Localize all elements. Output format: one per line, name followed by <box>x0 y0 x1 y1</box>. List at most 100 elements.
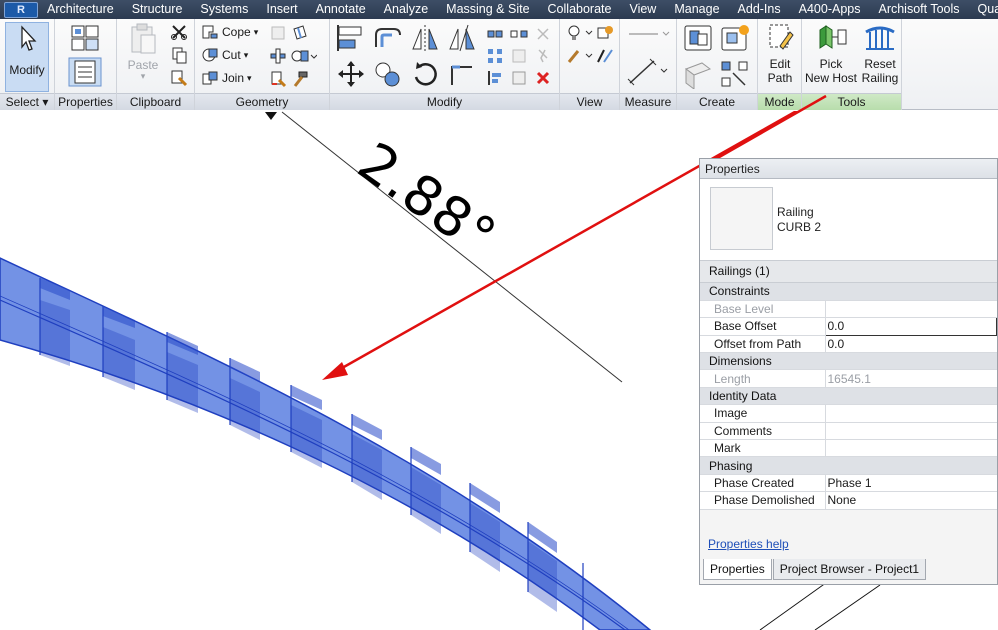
ribbon-tab-architecture[interactable]: Architecture <box>38 0 123 19</box>
wall-joins-icon[interactable] <box>269 47 287 65</box>
override-graphics-icon[interactable] <box>596 47 614 65</box>
mirror-pick-axis-icon[interactable] <box>409 23 441 53</box>
match-properties-icon[interactable] <box>170 69 188 87</box>
ribbon-tab-insert[interactable]: Insert <box>257 0 306 19</box>
hide-element-icon[interactable] <box>596 24 614 42</box>
property-group-header[interactable]: Identity Data <box>700 387 997 406</box>
pick-new-host-label-2: New Host <box>804 71 857 85</box>
reset-railing-label-2: Railing <box>861 71 899 85</box>
tab-project-browser[interactable]: Project Browser - Project1 <box>772 559 927 580</box>
create-panel: Create <box>677 19 758 110</box>
join-button[interactable]: Join ▾ <box>201 70 252 86</box>
family-name: Railing <box>777 205 814 219</box>
property-value-field[interactable]: Phase 1 <box>825 474 997 493</box>
clipboard-panel-title: Clipboard <box>117 93 194 110</box>
properties-panel-title: Properties <box>55 93 116 110</box>
ribbon-tab-manage[interactable]: Manage <box>665 0 728 19</box>
ribbon-tab-quantifica[interactable]: Quantifica <box>969 0 998 19</box>
cut-geometry-button[interactable]: Cut ▾ <box>201 47 248 63</box>
split-element-icon[interactable] <box>486 25 504 43</box>
copy-element-icon[interactable] <box>372 59 404 89</box>
ribbon-tab-analyze[interactable]: Analyze <box>375 0 437 19</box>
trim-extend-corner-icon[interactable] <box>446 59 478 89</box>
pin-icon[interactable] <box>534 47 552 65</box>
hammer-icon[interactable] <box>291 70 309 88</box>
delete-icon[interactable] <box>534 69 552 87</box>
create-panel-title: Create <box>677 93 757 110</box>
ribbon-tab-archisoft-tools[interactable]: Archisoft Tools <box>869 0 968 19</box>
property-value-field[interactable] <box>825 439 997 458</box>
paint-icon[interactable] <box>269 70 287 88</box>
ribbon-tab-annotate[interactable]: Annotate <box>307 0 375 19</box>
property-value-field[interactable]: 0.0 <box>824 317 997 336</box>
modify-label: Modify <box>9 63 45 77</box>
create-parts-icon[interactable] <box>719 23 751 53</box>
ribbon-tab-collaborate[interactable]: Collaborate <box>539 0 621 19</box>
ribbon-tab-massing-site[interactable]: Massing & Site <box>437 0 538 19</box>
property-row: Base Level <box>700 300 997 319</box>
reset-railing-button[interactable]: Reset Railing <box>860 22 900 85</box>
scale-icon[interactable] <box>510 47 528 65</box>
aligned-dimension-icon[interactable] <box>626 57 670 87</box>
ribbon-tab-view[interactable]: View <box>620 0 665 19</box>
mode-panel: Edit Path Mode <box>758 19 802 110</box>
ribbon-tab-add-ins[interactable]: Add-Ins <box>729 0 790 19</box>
edit-path-label-1: Edit <box>769 57 791 71</box>
ribbon-tab-a400-apps[interactable]: A400-Apps <box>790 0 870 19</box>
lightbulb-icon[interactable] <box>566 24 594 42</box>
geometry-panel-title: Geometry <box>195 93 329 110</box>
split-with-gap-icon[interactable] <box>510 25 528 43</box>
tab-properties[interactable]: Properties <box>703 559 772 580</box>
property-group-header[interactable]: Phasing <box>700 456 997 475</box>
modify-button[interactable]: Modify <box>5 22 49 92</box>
property-group-header[interactable]: Dimensions <box>700 352 997 371</box>
type-selector[interactable]: Railing CURB 2 <box>700 179 997 261</box>
array-icon[interactable] <box>486 47 504 65</box>
rotate-icon[interactable] <box>409 59 441 89</box>
select-panel-title[interactable]: Select ▾ <box>0 93 54 110</box>
create-group-icon[interactable] <box>510 69 528 87</box>
ribbon-tab-bar: R Architecture Structure Systems Insert Anno… <box>0 0 998 19</box>
property-name: Image <box>700 404 826 423</box>
property-group-header[interactable]: Constraints <box>700 283 997 301</box>
cope-button[interactable]: Cope ▾ <box>201 24 258 40</box>
model-line[interactable] <box>814 584 881 630</box>
property-row: Phase Created Phase 1 <box>700 474 997 493</box>
properties-palette-icon[interactable] <box>68 57 102 87</box>
property-value-field[interactable]: 0.0 <box>825 335 997 354</box>
pick-new-host-button[interactable]: Pick New Host <box>804 22 858 85</box>
create-similar-icon[interactable] <box>682 59 714 89</box>
edit-path-button[interactable]: Edit Path <box>760 22 800 85</box>
properties-help-link[interactable]: Properties help <box>708 537 789 551</box>
copy-icon[interactable] <box>170 46 188 64</box>
mode-panel-title: Mode <box>758 93 801 110</box>
application-menu-button[interactable]: R <box>0 0 38 19</box>
dimension-arrowhead <box>265 112 277 120</box>
align-icon[interactable] <box>335 23 367 53</box>
model-line[interactable] <box>759 579 831 630</box>
offset-icon[interactable] <box>372 23 404 53</box>
type-properties-icon[interactable] <box>69 23 101 53</box>
ribbon-tab-systems[interactable]: Systems <box>191 0 257 19</box>
align-columns-icon[interactable] <box>486 69 504 87</box>
mirror-draw-axis-icon[interactable] <box>446 23 478 53</box>
property-value-field[interactable] <box>825 404 997 423</box>
railing-curb-element[interactable] <box>0 257 652 630</box>
copy-to-clipboard-array-icon[interactable] <box>719 59 751 89</box>
cut-scissors-icon[interactable] <box>170 23 188 41</box>
linework-brush-icon[interactable] <box>566 47 594 65</box>
ribbon-tab-structure[interactable]: Structure <box>123 0 192 19</box>
move-icon[interactable] <box>335 59 367 89</box>
property-value-field[interactable]: None <box>825 491 997 510</box>
create-assembly-icon[interactable] <box>682 23 714 53</box>
measure-between-icon[interactable] <box>626 25 670 43</box>
pick-new-host-icon <box>819 25 847 49</box>
demolish-icon[interactable] <box>269 24 287 42</box>
beam-column-joins-icon[interactable] <box>291 47 317 65</box>
split-face-icon[interactable] <box>291 24 309 42</box>
property-value-field[interactable] <box>825 422 997 441</box>
unpin-icon[interactable] <box>534 25 552 43</box>
paste-button[interactable]: Paste ▾ <box>122 22 164 81</box>
cursor-arrow-icon <box>21 25 37 51</box>
instance-filter-dropdown[interactable]: Railings (1) <box>700 261 997 283</box>
